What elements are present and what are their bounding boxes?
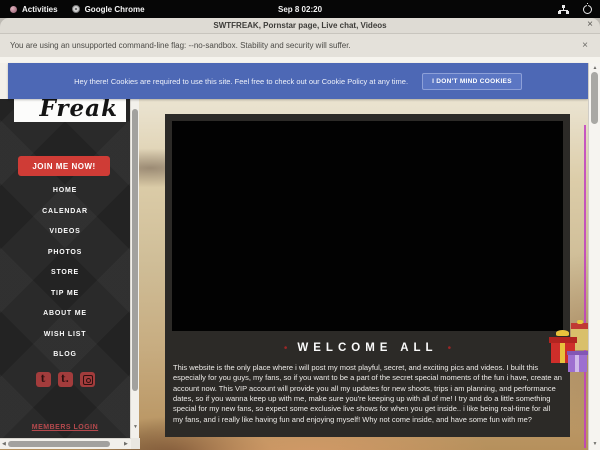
join-me-now-button[interactable]: JOIN ME NOW! bbox=[18, 156, 110, 176]
sidebar-item-store[interactable]: STORE bbox=[0, 263, 130, 284]
tab-strip: SWTFREAK, Pornstar page, Live chat, Vide… bbox=[0, 18, 600, 33]
browser-tab[interactable]: SWTFREAK, Pornstar page, Live chat, Vide… bbox=[0, 18, 600, 33]
tab-close-icon[interactable]: × bbox=[584, 19, 596, 30]
desktop-screen: Activities Google Chrome Sep 8 02:20 SWT… bbox=[0, 0, 600, 450]
page-vertical-scrollbar-thumb[interactable] bbox=[591, 72, 598, 124]
network-icon[interactable] bbox=[558, 5, 569, 14]
sidebar-item-home[interactable]: HOME bbox=[0, 181, 130, 202]
twitter-icon[interactable]: t bbox=[36, 372, 51, 387]
scroll-down-icon[interactable]: ▼ bbox=[589, 441, 600, 447]
infobar-close-icon[interactable]: × bbox=[582, 40, 588, 51]
tab-title: SWTFREAK, Pornstar page, Live chat, Vide… bbox=[213, 21, 386, 30]
cookie-accept-button[interactable]: I DON'T MIND COOKIES bbox=[422, 73, 522, 90]
main-content-panel: • WELCOME ALL • This website is the only… bbox=[165, 114, 570, 437]
welcome-heading-row: • WELCOME ALL • bbox=[165, 342, 570, 354]
background-accent-line bbox=[584, 125, 586, 448]
purple-gift-icon bbox=[568, 351, 587, 372]
infobar-message: You are using an unsupported command-lin… bbox=[0, 41, 351, 50]
welcome-heading: WELCOME ALL bbox=[297, 342, 437, 354]
tumblr-icon[interactable]: t. bbox=[58, 372, 73, 387]
page-background-corner bbox=[0, 63, 8, 99]
social-links: t t. bbox=[0, 372, 130, 387]
scroll-up-icon[interactable]: ▲ bbox=[589, 65, 600, 71]
chrome-infobar: You are using an unsupported command-lin… bbox=[0, 33, 600, 57]
app-menu-button[interactable]: Google Chrome bbox=[72, 5, 145, 14]
logo-script-freak: Freak bbox=[39, 95, 118, 122]
sidebar-vertical-scrollbar-thumb[interactable] bbox=[132, 109, 138, 391]
sidebar-menu: HOME CALENDAR VIDEOS PHOTOS STORE TIP ME… bbox=[0, 181, 130, 366]
bullet-icon: • bbox=[284, 343, 288, 354]
video-player[interactable] bbox=[172, 121, 563, 331]
scroll-right-icon[interactable]: ▶ bbox=[124, 441, 128, 447]
sidebar-item-photos[interactable]: PHOTOS bbox=[0, 243, 130, 264]
clock[interactable]: Sep 8 02:20 bbox=[278, 5, 322, 14]
sidebar-item-calendar[interactable]: CALENDAR bbox=[0, 202, 130, 223]
sidebar-horizontal-scrollbar[interactable]: ◀ ▶ bbox=[0, 438, 139, 449]
sidebar-item-videos[interactable]: VIDEOS bbox=[0, 222, 130, 243]
page-vertical-scrollbar[interactable]: ▲ ▼ bbox=[588, 63, 600, 450]
chrome-app-icon bbox=[72, 5, 80, 13]
scroll-left-icon[interactable]: ◀ bbox=[2, 441, 6, 447]
activities-icon bbox=[10, 6, 17, 13]
system-tray[interactable] bbox=[558, 0, 592, 18]
app-menu-label: Google Chrome bbox=[85, 5, 145, 14]
power-icon[interactable] bbox=[583, 5, 592, 14]
members-login-link[interactable]: MEMBERS LOGIN bbox=[0, 424, 130, 431]
cookie-message: Hey there! Cookies are required to use t… bbox=[74, 77, 408, 86]
sidebar-vertical-scrollbar[interactable]: ▼ bbox=[130, 63, 139, 438]
cookie-banner: Hey there! Cookies are required to use t… bbox=[8, 63, 588, 99]
activities-label: Activities bbox=[22, 5, 58, 14]
sidebar-horizontal-scrollbar-thumb[interactable] bbox=[8, 441, 110, 447]
about-paragraph: This website is the only place where i w… bbox=[173, 363, 562, 425]
bullet-icon: • bbox=[448, 343, 452, 354]
sidebar-item-blog[interactable]: BLOG bbox=[0, 345, 130, 366]
sidebar-item-wish-list[interactable]: WISH LIST bbox=[0, 325, 130, 346]
sidebar-item-tip-me[interactable]: TIP ME bbox=[0, 284, 130, 305]
sidebar-item-about-me[interactable]: ABOUT ME bbox=[0, 304, 130, 325]
sidebar: Swt Freak JOIN ME NOW! HOME CALENDAR VID… bbox=[0, 63, 130, 438]
system-top-bar: Activities Google Chrome Sep 8 02:20 bbox=[0, 0, 600, 18]
activities-button[interactable]: Activities bbox=[10, 5, 58, 14]
instagram-icon[interactable] bbox=[80, 372, 95, 387]
scrollbar-corner bbox=[131, 438, 140, 449]
scroll-down-icon[interactable]: ▼ bbox=[131, 424, 140, 430]
